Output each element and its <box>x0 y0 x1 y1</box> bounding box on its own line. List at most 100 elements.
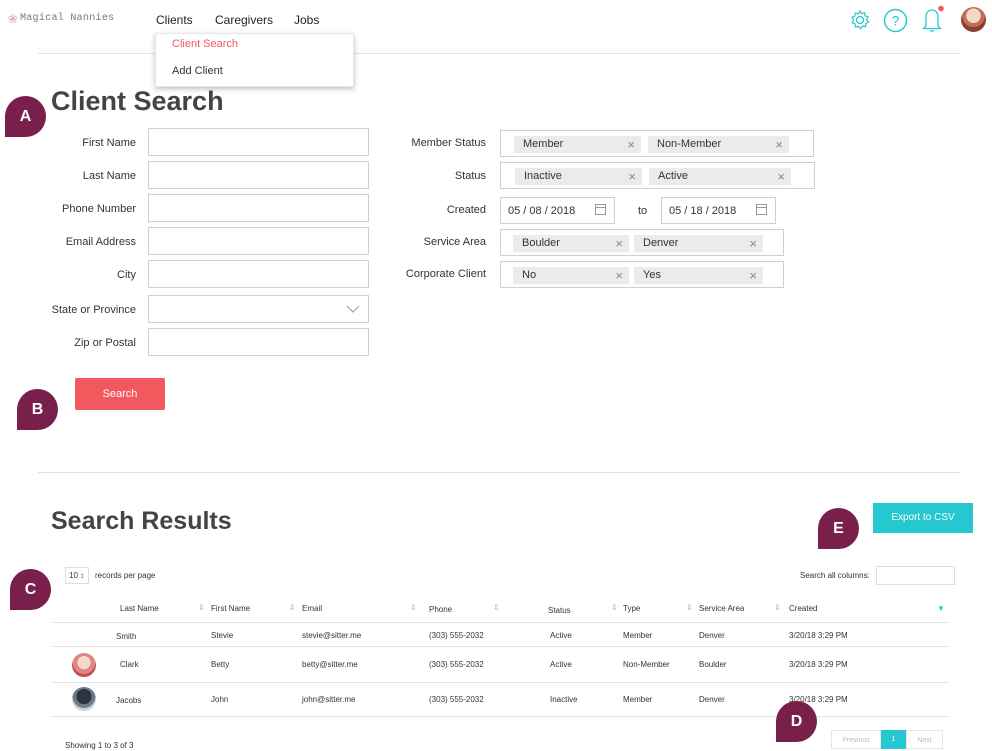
gear-icon[interactable] <box>849 9 871 31</box>
sort-icon[interactable]: ⇕ <box>493 603 500 612</box>
remove-chip-icon[interactable]: × <box>615 267 623 284</box>
header-rule <box>52 622 949 623</box>
created-to-date[interactable]: 05 / 18 / 2018 <box>661 197 776 224</box>
cell-last-name: Clark <box>120 660 139 669</box>
cell-email[interactable]: john@sitter.me <box>302 695 355 704</box>
phone-number-label: Phone Number <box>62 203 136 215</box>
chip-no: No × <box>513 267 629 284</box>
cell-first-name: Betty <box>211 660 230 669</box>
last-name-label: Last Name <box>82 170 136 182</box>
cell-last-name: Jacobs <box>116 696 142 705</box>
cell-phone: (303) 555-2032 <box>429 695 484 704</box>
service-area-select[interactable]: Boulder × Denver × <box>500 229 784 256</box>
chip-denver: Denver × <box>634 235 763 252</box>
nav-jobs[interactable]: Jobs <box>294 13 319 27</box>
phone-number-input[interactable] <box>148 194 369 222</box>
sort-desc-icon[interactable]: ▼ <box>937 604 945 613</box>
user-avatar[interactable] <box>961 7 986 32</box>
sort-icon[interactable]: ⇕ <box>774 603 781 612</box>
col-type[interactable]: Type <box>623 604 640 613</box>
chip-yes: Yes × <box>634 267 763 284</box>
member-status-label: Member Status <box>411 137 486 149</box>
search-columns-input[interactable] <box>876 566 955 585</box>
callout-badge-a: A <box>5 96 46 137</box>
created-from-value: 05 / 08 / 2018 <box>508 205 576 217</box>
section-divider <box>38 472 960 473</box>
last-name-input[interactable] <box>148 161 369 189</box>
callout-badge-c: C <box>10 569 51 610</box>
per-page-select[interactable]: 10 ↕ <box>65 567 89 584</box>
email-address-label: Email Address <box>65 236 136 248</box>
col-first-name[interactable]: First Name <box>211 604 250 613</box>
clients-dropdown-menu: Client Search Add Client <box>155 33 354 87</box>
remove-chip-icon[interactable]: × <box>775 136 783 153</box>
zip-input[interactable] <box>148 328 369 356</box>
remove-chip-icon[interactable]: × <box>777 168 785 185</box>
sort-icon[interactable]: ⇕ <box>198 603 205 612</box>
cell-created: 3/20/18 3:29 PM <box>789 660 848 669</box>
help-icon[interactable]: ? <box>883 8 908 33</box>
cell-email[interactable]: stevie@sitter.me <box>302 631 361 640</box>
remove-chip-icon[interactable]: × <box>628 168 636 185</box>
search-columns-label: Search all columns: <box>800 571 870 580</box>
cell-phone: (303) 555-2032 <box>429 631 484 640</box>
pagination-page-1[interactable]: 1 <box>881 730 906 749</box>
col-status[interactable]: Status <box>548 606 571 615</box>
first-name-label: First Name <box>82 137 136 149</box>
chip-boulder: Boulder × <box>513 235 629 252</box>
created-from-date[interactable]: 05 / 08 / 2018 <box>500 197 615 224</box>
cell-email[interactable]: betty@sitter.me <box>302 660 358 669</box>
cell-first-name: John <box>211 695 229 704</box>
pagination-previous[interactable]: Previous <box>831 730 881 749</box>
showing-count: Showing 1 to 3 of 3 <box>65 741 134 750</box>
export-csv-button[interactable]: Export to CSV <box>873 503 973 533</box>
calendar-icon[interactable] <box>595 204 606 215</box>
app-logo[interactable]: ❀ Magical Nannies <box>8 8 114 28</box>
zip-label: Zip or Postal <box>74 337 136 349</box>
status-label: Status <box>454 170 486 182</box>
col-last-name[interactable]: Last Name <box>120 604 159 613</box>
cell-last-name: Smith <box>116 632 137 641</box>
nav-clients[interactable]: Clients <box>156 13 193 27</box>
remove-chip-icon[interactable]: × <box>627 136 635 153</box>
calendar-icon[interactable] <box>756 204 767 215</box>
status-select[interactable]: Inactive × Active × <box>500 162 815 189</box>
results-title: Search Results <box>51 507 232 535</box>
callout-badge-d: D <box>776 701 817 742</box>
col-email[interactable]: Email <box>302 604 322 613</box>
member-status-select[interactable]: Member × Non-Member × <box>500 130 814 157</box>
sort-icon[interactable]: ⇕ <box>289 603 296 612</box>
cell-type: Non-Member <box>623 660 670 669</box>
created-label: Created <box>446 204 486 216</box>
callout-badge-e: E <box>818 508 859 549</box>
created-to-value: 05 / 18 / 2018 <box>669 205 737 217</box>
sort-icon[interactable]: ⇕ <box>686 603 693 612</box>
col-phone[interactable]: Phone <box>429 605 452 614</box>
state-select[interactable] <box>148 295 369 323</box>
bell-icon[interactable] <box>919 4 947 34</box>
page-title: Client Search <box>51 86 224 116</box>
per-page-label: records per page <box>95 571 156 580</box>
menu-item-client-search[interactable]: Client Search <box>172 38 238 50</box>
cell-first-name: Stevie <box>211 631 234 640</box>
chevron-down-icon <box>346 305 360 313</box>
cell-service-area: Denver <box>699 631 725 640</box>
col-service-area[interactable]: Service Area <box>699 604 744 613</box>
cell-status: Inactive <box>550 695 578 704</box>
search-button[interactable]: Search <box>75 378 165 410</box>
city-input[interactable] <box>148 260 369 288</box>
first-name-input[interactable] <box>148 128 369 156</box>
remove-chip-icon[interactable]: × <box>615 235 623 252</box>
corporate-client-select[interactable]: No × Yes × <box>500 261 784 288</box>
nav-caregivers[interactable]: Caregivers <box>215 13 273 27</box>
cell-type: Member <box>623 631 653 640</box>
row-rule <box>52 682 949 683</box>
col-created[interactable]: Created <box>789 604 817 613</box>
remove-chip-icon[interactable]: × <box>749 267 757 284</box>
remove-chip-icon[interactable]: × <box>749 235 757 252</box>
email-address-input[interactable] <box>148 227 369 255</box>
menu-item-add-client[interactable]: Add Client <box>172 65 223 77</box>
sort-icon[interactable]: ⇕ <box>410 603 417 612</box>
sort-icon[interactable]: ⇕ <box>611 603 618 612</box>
pagination-next[interactable]: Next <box>906 730 943 749</box>
